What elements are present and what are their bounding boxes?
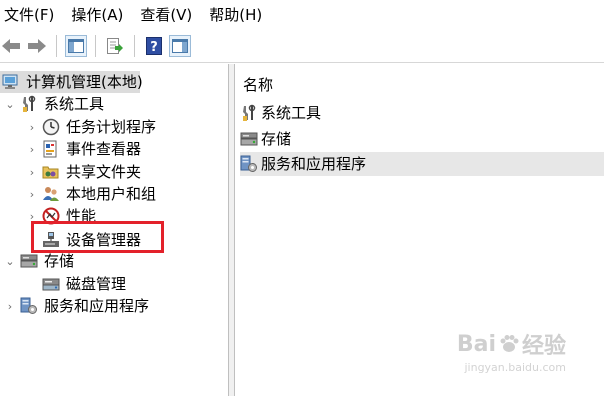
disk-management-icon	[42, 278, 60, 291]
toolbar: ?	[0, 30, 604, 63]
storage-icon	[240, 132, 258, 146]
tree-label: 事件查看器	[66, 140, 142, 158]
tree-label: 存储	[44, 252, 75, 270]
tree-item-system-tools[interactable]: ⌄ 系统工具	[4, 93, 104, 115]
column-header-name[interactable]: 名称	[243, 74, 273, 95]
tree-item-disk-management[interactable]: 磁盘管理	[42, 273, 126, 295]
chevron-right-icon[interactable]: ›	[26, 143, 38, 156]
storage-icon	[20, 254, 38, 268]
highlight-annotation-box	[31, 221, 164, 253]
tree-item-local-users-groups[interactable]: › 本地用户和组	[26, 183, 156, 205]
menu-help[interactable]: 帮助(H)	[205, 0, 266, 30]
baidu-jingyan-watermark: Bai 经验 jingyan.baidu.com	[457, 328, 566, 375]
menu-bar: 文件(F) 操作(A) 查看(V) 帮助(H)	[0, 0, 604, 30]
chevron-down-icon[interactable]: ⌄	[4, 98, 16, 111]
help-button[interactable]: ?	[143, 35, 165, 57]
services-icon	[20, 297, 37, 314]
list-item-system-tools[interactable]: 系统工具	[240, 101, 604, 125]
back-arrow-icon	[2, 39, 20, 53]
list-item-services-applications[interactable]: 服务和应用程序	[240, 152, 604, 176]
back-button[interactable]	[0, 35, 22, 57]
list-item-label: 系统工具	[261, 104, 322, 122]
computer-management-icon	[2, 74, 18, 89]
export-list-icon	[107, 38, 123, 54]
watermark-logo: Bai 经验	[457, 328, 566, 360]
clock-icon	[42, 118, 60, 136]
tree-item-services-applications[interactable]: › 服务和应用程序	[4, 295, 149, 317]
list-item-label: 存储	[261, 130, 292, 148]
chevron-down-icon[interactable]: ⌄	[4, 255, 16, 268]
toolbar-separator	[134, 35, 135, 57]
users-icon	[43, 187, 59, 201]
shared-folder-icon	[42, 166, 59, 179]
tree-item-task-scheduler[interactable]: › 任务计划程序	[26, 116, 156, 138]
list-item-storage[interactable]: 存储	[240, 127, 604, 151]
tree-item-storage[interactable]: ⌄ 存储	[4, 250, 74, 272]
menu-view[interactable]: 查看(V)	[136, 0, 196, 30]
tree-label: 系统工具	[44, 95, 105, 113]
watermark-url: jingyan.baidu.com	[464, 361, 566, 374]
paw-icon	[500, 335, 519, 352]
export-list-button[interactable]	[104, 35, 126, 57]
event-viewer-icon	[43, 140, 57, 158]
watermark-logo-left: Bai	[456, 331, 496, 357]
system-tools-icon	[23, 95, 36, 112]
action-pane-button[interactable]	[169, 35, 191, 57]
tree-label: 服务和应用程序	[44, 297, 150, 315]
svg-text:?: ?	[150, 40, 158, 55]
help-icon: ?	[146, 37, 162, 55]
tree-item-computer-management[interactable]: 计算机管理(本地)	[0, 71, 143, 93]
action-pane-icon	[172, 39, 188, 53]
show-hide-tree-button[interactable]	[65, 35, 87, 57]
tree-label: 任务计划程序	[66, 118, 157, 136]
chevron-right-icon[interactable]: ›	[26, 166, 38, 179]
tree-label: 计算机管理(本地)	[26, 73, 143, 91]
show-hide-tree-icon	[68, 39, 84, 53]
chevron-right-icon[interactable]: ›	[4, 300, 16, 313]
forward-button[interactable]	[26, 35, 48, 57]
toolbar-separator	[95, 35, 96, 57]
menu-file[interactable]: 文件(F)	[0, 0, 58, 30]
forward-arrow-icon	[28, 39, 46, 53]
toolbar-separator	[56, 35, 57, 57]
watermark-logo-right: 经验	[521, 334, 566, 359]
system-tools-icon	[243, 104, 256, 121]
menu-action[interactable]: 操作(A)	[67, 0, 127, 30]
chevron-right-icon[interactable]: ›	[26, 121, 38, 134]
tree-label: 磁盘管理	[66, 275, 127, 293]
chevron-right-icon[interactable]: ›	[26, 188, 38, 201]
list-item-label: 服务和应用程序	[261, 155, 367, 173]
services-icon	[240, 155, 257, 172]
tree-item-event-viewer[interactable]: › 事件查看器	[26, 138, 141, 160]
tree-label: 本地用户和组	[66, 185, 157, 203]
tree-label: 共享文件夹	[66, 163, 142, 181]
tree-item-shared-folders[interactable]: › 共享文件夹	[26, 161, 141, 183]
